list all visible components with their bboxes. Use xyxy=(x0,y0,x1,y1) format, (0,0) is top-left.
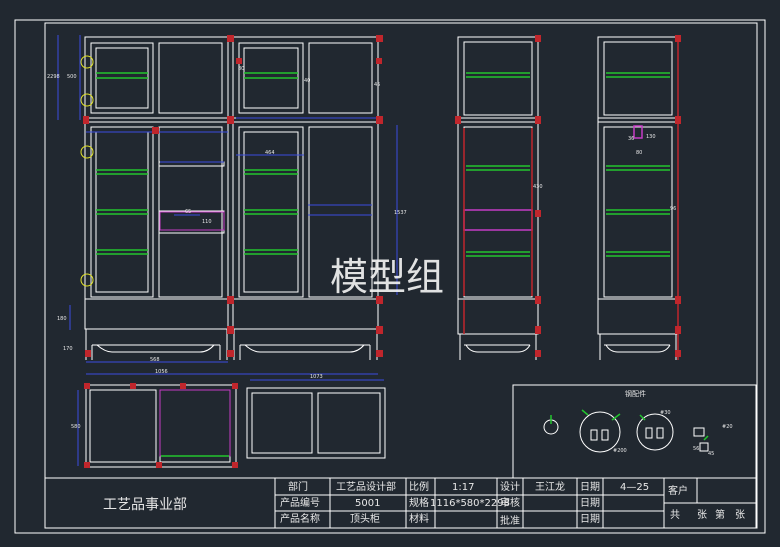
dim-lower-height: 1537 xyxy=(394,210,407,216)
page-label: 第 xyxy=(715,508,725,521)
part-b-label: #200 xyxy=(613,448,627,454)
date-label-3: 日期 xyxy=(580,513,600,525)
design-label: 设计 xyxy=(500,480,520,493)
dim-overall-height: 2298 xyxy=(47,74,60,80)
designer-name: 王江龙 xyxy=(535,480,565,493)
dim-top-section: 500 xyxy=(67,74,77,80)
watermark: 模型组 xyxy=(330,255,444,299)
client-label: 客户 xyxy=(668,484,688,497)
code-label: 产品编号 xyxy=(280,496,320,509)
part-d-label: 56 xyxy=(693,446,699,452)
dept-label: 部门 xyxy=(288,480,308,493)
name-label: 产品名称 xyxy=(280,512,320,525)
date-label-2: 日期 xyxy=(580,497,600,509)
part-e-label: 45 xyxy=(708,451,714,457)
company-name: 工艺品事业部 xyxy=(103,497,187,513)
total-label: 共 xyxy=(670,509,680,521)
dim-upper-gap-right: 40 xyxy=(304,78,310,84)
material-label: 材料 xyxy=(409,512,429,525)
dim-side-right-a: 36 xyxy=(628,136,634,142)
review-label: 审核 xyxy=(500,496,520,509)
dim-side-right-c: 80 xyxy=(636,150,642,156)
sheet-label: 张 xyxy=(697,509,707,521)
scale-value: 1:17 xyxy=(452,482,474,493)
dim-total-width: 1056 xyxy=(155,369,168,375)
scale-label: 比例 xyxy=(409,480,429,493)
name-value: 顶头柜 xyxy=(350,512,380,525)
dim-side-right-mid: 96 xyxy=(670,206,676,212)
date-label-1: 日期 xyxy=(580,481,600,493)
code-value: 5001 xyxy=(355,498,380,509)
dim-upper-gap-far: 45 xyxy=(374,82,380,88)
page-unit-label: 张 xyxy=(735,509,745,521)
dim-plinth: 180 xyxy=(57,316,67,322)
cad-drawing: 2298 500 80 40 45 464 65 110 1537 180 17… xyxy=(0,0,780,547)
part-a-label: #30 xyxy=(660,410,671,416)
dim-upper-gap: 80 xyxy=(238,66,244,72)
dim-plan-depth: 580 xyxy=(71,424,81,430)
dim-drawer-depth: 110 xyxy=(202,219,212,225)
date-value: 4—25 xyxy=(620,482,649,493)
parts-title: 钢配件 xyxy=(625,389,646,398)
dim-half-width: 568 xyxy=(150,357,160,363)
spec-value: 1116*580*2298 xyxy=(430,498,510,509)
dept-value: 工艺品设计部 xyxy=(336,480,396,493)
part-c-label: #20 xyxy=(722,424,733,430)
dim-side-right-b: 130 xyxy=(646,134,656,140)
approve-label: 批准 xyxy=(500,514,520,527)
dim-drawer-height: 65 xyxy=(185,209,191,215)
dim-drawer-width: 464 xyxy=(265,150,275,156)
dim-side-mid: 430 xyxy=(533,184,543,190)
dim-foot: 170 xyxy=(63,346,73,352)
spec-label: 规格 xyxy=(409,496,429,509)
dim-plan-width: 1073 xyxy=(310,374,323,380)
